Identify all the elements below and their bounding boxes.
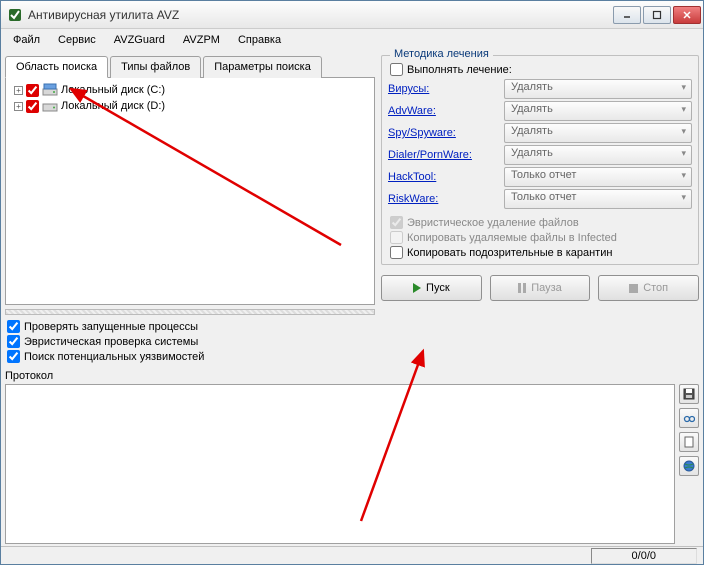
glasses-icon xyxy=(683,412,695,424)
check-label: Проверять запущенные процессы xyxy=(24,321,198,333)
pause-icon xyxy=(518,283,526,293)
disk-icon xyxy=(42,99,58,113)
log-textarea[interactable] xyxy=(5,384,675,544)
treatment-group: Методика лечения Выполнять лечение: Виру… xyxy=(381,55,699,265)
save-icon xyxy=(683,388,695,400)
drive-checkbox[interactable] xyxy=(26,84,39,97)
stop-button[interactable]: Стоп xyxy=(598,275,699,301)
app-window: Антивирусная утилита AVZ Файл Сервис AVZ… xyxy=(0,0,704,565)
menu-avzpm[interactable]: AVZPM xyxy=(175,32,228,48)
treat-label-viruses[interactable]: Вирусы: xyxy=(388,83,498,95)
play-icon xyxy=(413,283,421,293)
check-potential-vulns[interactable] xyxy=(7,350,20,363)
bottom-panel: Протокол xyxy=(1,368,703,546)
check-enable-treatment[interactable] xyxy=(390,63,403,76)
treat-label-advware[interactable]: AdvWare: xyxy=(388,105,498,117)
treat-label-hacktool[interactable]: HackTool: xyxy=(388,171,498,183)
splitter[interactable] xyxy=(5,309,375,315)
drive-checkbox[interactable] xyxy=(26,100,39,113)
expand-icon[interactable]: + xyxy=(14,102,23,111)
button-label: Стоп xyxy=(643,282,668,294)
drives-tree: + Локальный диск (C:) + Локальный диск (… xyxy=(5,78,375,305)
treat-select-spyware[interactable]: Удалять xyxy=(504,123,692,143)
minimize-button[interactable] xyxy=(613,6,641,24)
right-column: Методика лечения Выполнять лечение: Виру… xyxy=(381,55,699,364)
menu-file[interactable]: Файл xyxy=(5,32,48,48)
drive-row[interactable]: + Локальный диск (D:) xyxy=(10,98,370,114)
document-icon xyxy=(683,436,695,448)
start-button[interactable]: Пуск xyxy=(381,275,482,301)
treatment-legend: Методика лечения xyxy=(390,48,493,60)
treat-label-spyware[interactable]: Spy/Spyware: xyxy=(388,127,498,139)
menu-avzguard[interactable]: AVZGuard xyxy=(106,32,173,48)
check-running-processes[interactable] xyxy=(7,320,20,333)
check-label: Эвристическое удаление файлов xyxy=(407,217,579,229)
web-log-button[interactable] xyxy=(679,456,699,476)
button-label: Пауза xyxy=(531,282,562,294)
pause-button[interactable]: Пауза xyxy=(490,275,591,301)
log-toolbar xyxy=(675,384,699,544)
protocol-label: Протокол xyxy=(5,368,699,384)
menu-service[interactable]: Сервис xyxy=(50,32,104,48)
menubar: Файл Сервис AVZGuard AVZPM Справка xyxy=(1,29,703,51)
menu-help[interactable]: Справка xyxy=(230,32,289,48)
main-content: Область поиска Типы файлов Параметры пои… xyxy=(1,51,703,368)
drive-label: Локальный диск (D:) xyxy=(61,100,165,112)
stop-icon xyxy=(629,284,638,293)
app-icon xyxy=(7,7,23,23)
check-heur-delete xyxy=(390,216,403,229)
check-heuristic-system[interactable] xyxy=(7,335,20,348)
tabstrip: Область поиска Типы файлов Параметры пои… xyxy=(5,55,375,78)
window-title: Антивирусная утилита AVZ xyxy=(28,8,611,22)
treat-select-advware[interactable]: Удалять xyxy=(504,101,692,121)
treat-select-viruses[interactable]: Удалять xyxy=(504,79,692,99)
titlebar: Антивирусная утилита AVZ xyxy=(1,1,703,29)
globe-icon xyxy=(683,460,695,472)
check-label: Поиск потенциальных уязвимостей xyxy=(24,351,204,363)
treat-select-dialer[interactable]: Удалять xyxy=(504,145,692,165)
tab-scan-params[interactable]: Параметры поиска xyxy=(203,56,322,78)
view-log-button[interactable] xyxy=(679,408,699,428)
maximize-button[interactable] xyxy=(643,6,671,24)
status-counts: 0/0/0 xyxy=(591,548,697,564)
statusbar: 0/0/0 xyxy=(1,546,703,564)
treat-label-dialer[interactable]: Dialer/PornWare: xyxy=(388,149,498,161)
check-copy-quarantine[interactable] xyxy=(390,246,403,259)
treat-select-hacktool[interactable]: Только отчет xyxy=(504,167,692,187)
disk-icon xyxy=(42,83,58,97)
action-buttons: Пуск Пауза Стоп xyxy=(381,275,699,301)
check-label: Копировать удаляемые файлы в Infected xyxy=(407,232,617,244)
save-log-button[interactable] xyxy=(679,384,699,404)
check-label: Копировать подозрительные в карантин xyxy=(407,247,612,259)
window-controls xyxy=(611,6,701,24)
check-label: Эвристическая проверка системы xyxy=(24,336,198,348)
check-label: Выполнять лечение: xyxy=(407,64,512,76)
treat-label-riskware[interactable]: RiskWare: xyxy=(388,193,498,205)
drive-label: Локальный диск (C:) xyxy=(61,84,165,96)
left-column: Область поиска Типы файлов Параметры пои… xyxy=(5,55,375,364)
treat-select-riskware[interactable]: Только отчет xyxy=(504,189,692,209)
expand-icon[interactable]: + xyxy=(14,86,23,95)
tab-file-types[interactable]: Типы файлов xyxy=(110,56,201,78)
check-copy-infected xyxy=(390,231,403,244)
new-log-button[interactable] xyxy=(679,432,699,452)
button-label: Пуск xyxy=(426,282,450,294)
tab-scan-area[interactable]: Область поиска xyxy=(5,56,108,78)
close-button[interactable] xyxy=(673,6,701,24)
drive-row[interactable]: + Локальный диск (C:) xyxy=(10,82,370,98)
